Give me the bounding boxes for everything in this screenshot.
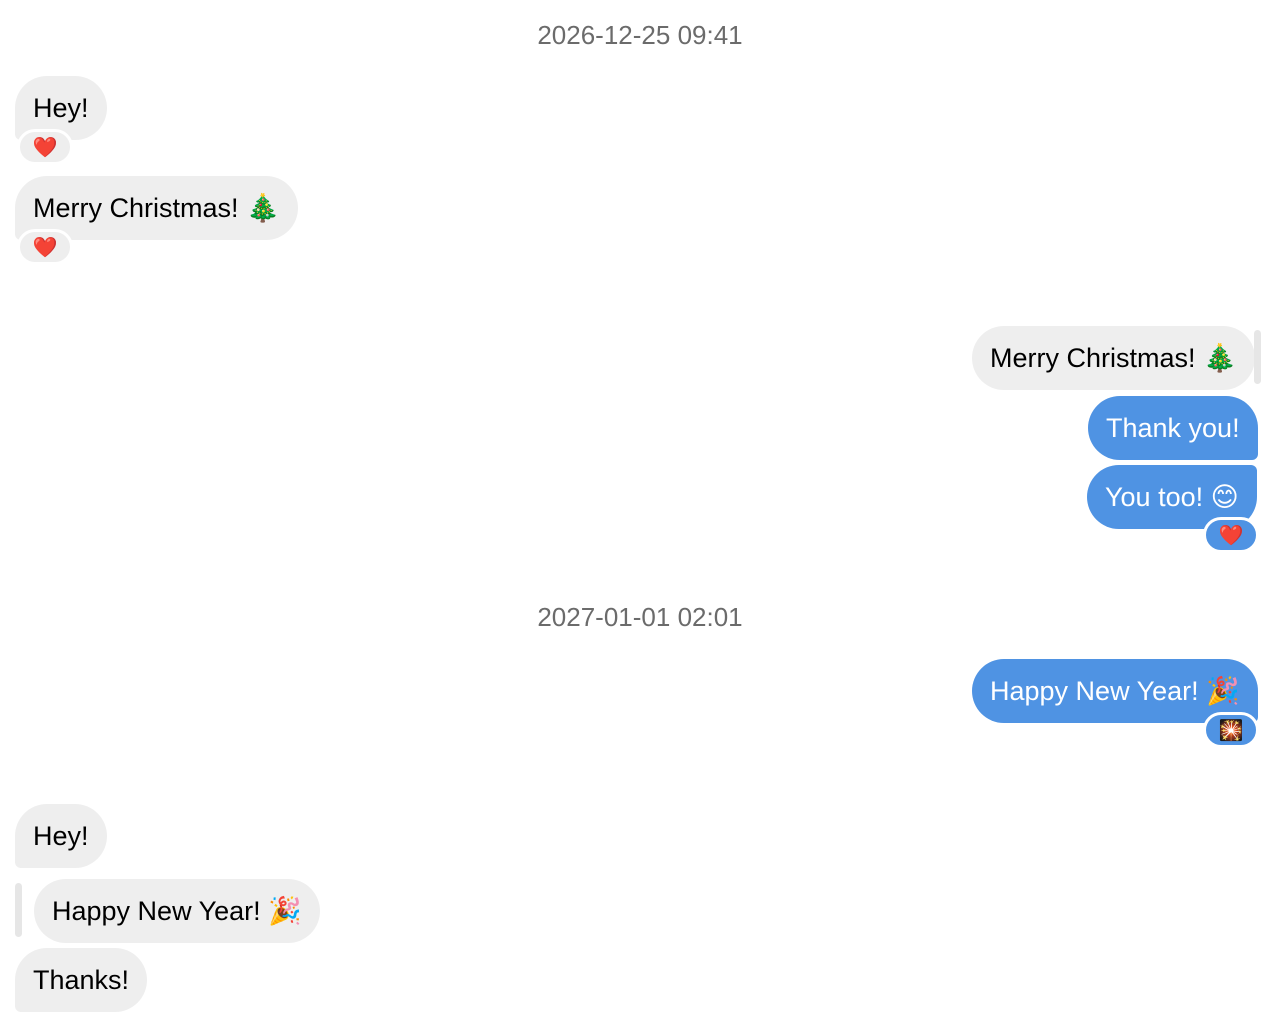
reaction-emoji: ❤️	[1218, 523, 1244, 547]
fireworks-reaction-icon[interactable]: 🎇	[1203, 712, 1259, 748]
quoted-message-bubble[interactable]: Merry Christmas! 🎄	[972, 326, 1255, 390]
message-bubble-incoming[interactable]: Hey!	[15, 804, 107, 868]
heart-reaction-icon[interactable]: ❤️	[17, 129, 73, 165]
heart-reaction-icon[interactable]: ❤️	[17, 229, 73, 265]
message-bubble-incoming[interactable]: Thanks!	[15, 948, 148, 1012]
quoted-message-bubble[interactable]: Happy New Year! 🎉	[34, 879, 320, 943]
quote-indicator-bar	[1254, 330, 1261, 384]
timestamp: 2027-01-01 02:01	[537, 602, 743, 632]
reaction-emoji: ❤️	[32, 135, 58, 159]
reaction-emoji: ❤️	[32, 235, 58, 259]
heart-reaction-icon[interactable]: ❤️	[1203, 517, 1259, 553]
timestamp: 2026-12-25 09:41	[537, 20, 743, 50]
message-bubble-outgoing[interactable]: Thank you!	[1088, 396, 1258, 460]
quote-indicator-bar	[15, 883, 22, 937]
reaction-emoji: 🎇	[1218, 718, 1244, 742]
